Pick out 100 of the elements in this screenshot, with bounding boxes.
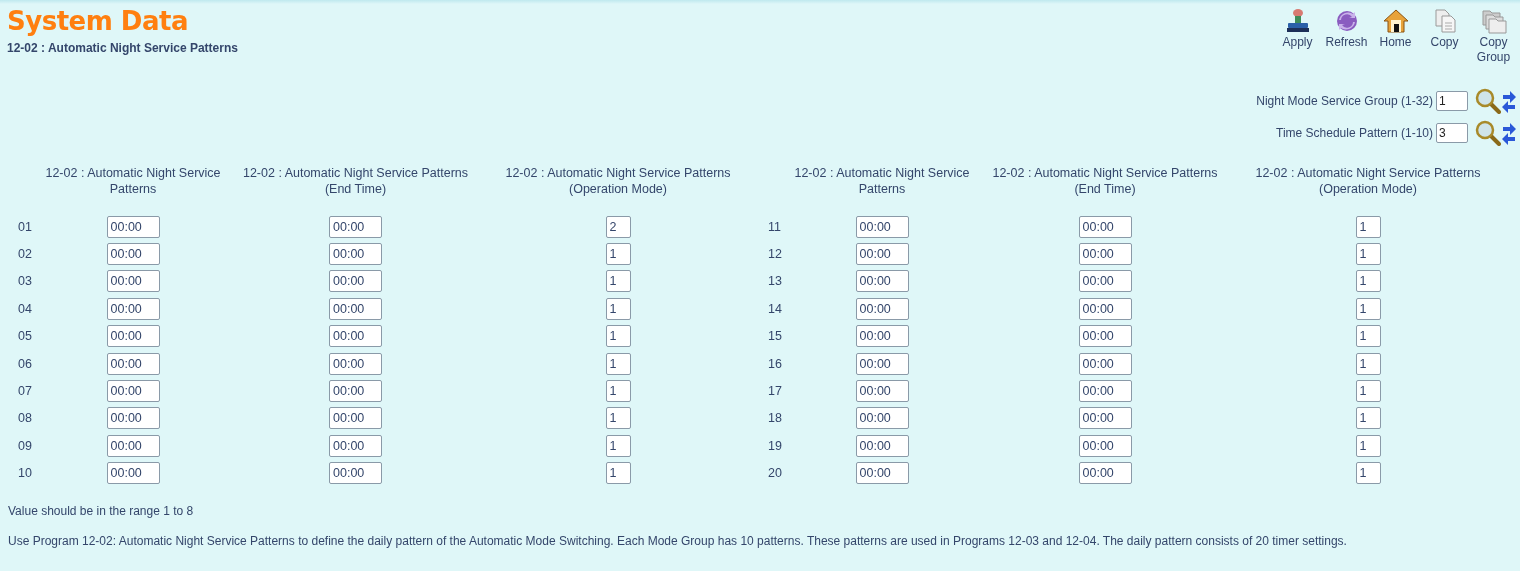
time-field[interactable]: 00:00 [106, 270, 160, 293]
mode-field[interactable]: 1 [1355, 215, 1381, 238]
row-number: 11 [768, 219, 781, 234]
mode-field[interactable]: 1 [1355, 380, 1381, 403]
row-number: 20 [768, 466, 782, 481]
time-field[interactable]: 00:00 [329, 380, 382, 403]
time-field[interactable]: 00:00 [1078, 352, 1132, 375]
time-field[interactable]: 00:00 [855, 270, 909, 293]
time-field[interactable]: 00:00 [855, 243, 909, 266]
column-header: 12-02 : Automatic Night Service Patterns (End Time) [991, 165, 1219, 197]
filter-field[interactable]: 1 [1436, 91, 1468, 111]
row-number: 07 [18, 384, 32, 399]
time-field[interactable]: 00:00 [1078, 297, 1132, 320]
mode-field[interactable]: 1 [605, 352, 631, 375]
row-number: 14 [768, 301, 782, 316]
description-text: Use Program 12-02: Automatic Night Service Patterns to define the daily pattern of the Automatic Mode Switching. Each Mode Group has 10 patterns. These patterns are used in Programs 12-03 and 12-04. The daily pattern consists of 20 timer settings. [8, 533, 1348, 548]
copy-button[interactable]: Copy [1420, 8, 1469, 50]
time-field[interactable]: 00:00 [1078, 407, 1132, 430]
time-field[interactable]: 00:00 [1078, 434, 1132, 457]
time-field[interactable]: 00:00 [106, 325, 160, 348]
time-field[interactable]: 00:00 [106, 462, 160, 485]
time-field[interactable]: 00:00 [106, 215, 160, 238]
time-field[interactable]: 00:00 [855, 297, 909, 320]
mode-field[interactable]: 1 [605, 297, 631, 320]
row-number: 08 [18, 411, 32, 426]
row-number: 12 [768, 247, 782, 262]
time-field[interactable]: 00:00 [855, 407, 909, 430]
mode-field[interactable]: 1 [1355, 325, 1381, 348]
time-field[interactable]: 00:00 [855, 215, 909, 238]
filter-field[interactable]: 3 [1436, 123, 1468, 143]
mode-field[interactable]: 1 [1355, 407, 1381, 430]
mode-field[interactable]: 1 [605, 243, 631, 266]
time-field[interactable]: 00:00 [329, 243, 382, 266]
row-number: 13 [768, 274, 782, 289]
mode-field[interactable]: 1 [1355, 297, 1381, 320]
mode-field[interactable]: 1 [1355, 462, 1381, 485]
time-field[interactable]: 00:00 [855, 352, 909, 375]
mode-field[interactable]: 1 [1355, 243, 1381, 266]
home-button[interactable]: Home [1371, 8, 1420, 50]
mode-field[interactable]: 1 [605, 462, 631, 485]
row-number: 15 [768, 329, 782, 344]
mode-field[interactable]: 1 [605, 325, 631, 348]
hint-text: Value should be in the range 1 to 8 [8, 503, 195, 518]
mode-field[interactable]: 1 [605, 270, 631, 293]
search-icon[interactable] [1475, 120, 1501, 146]
time-field[interactable]: 00:00 [106, 380, 160, 403]
time-field[interactable]: 00:00 [106, 352, 160, 375]
apply-button[interactable]: Apply [1273, 8, 1322, 50]
column-header: 12-02 : Automatic Night Service Patterns [794, 165, 970, 197]
refresh-button[interactable]: Refresh [1322, 8, 1371, 50]
row-number: 04 [18, 301, 32, 316]
time-field[interactable]: 00:00 [1078, 243, 1132, 266]
stamp-icon [1284, 8, 1311, 34]
time-field[interactable]: 00:00 [855, 325, 909, 348]
row-number: 06 [18, 356, 32, 371]
time-field[interactable]: 00:00 [855, 434, 909, 457]
mode-field[interactable]: 1 [605, 380, 631, 403]
folders-icon [1480, 8, 1507, 34]
time-field[interactable]: 00:00 [106, 243, 160, 266]
row-number: 16 [768, 356, 782, 371]
time-field[interactable]: 00:00 [329, 462, 382, 485]
swap-arrows-icon[interactable] [1502, 89, 1516, 113]
column-header: 12-02 : Automatic Night Service Patterns [44, 165, 222, 197]
time-field[interactable]: 00:00 [329, 270, 382, 293]
time-field[interactable]: 00:00 [106, 434, 160, 457]
time-field[interactable]: 00:00 [329, 297, 382, 320]
mode-field[interactable]: 1 [1355, 352, 1381, 375]
page-subtitle: 12-02 : Automatic Night Service Patterns [7, 41, 238, 55]
time-field[interactable]: 00:00 [1078, 325, 1132, 348]
time-field[interactable]: 00:00 [855, 380, 909, 403]
copygroup-button[interactable]: Copy Group [1469, 8, 1518, 65]
time-field[interactable]: 00:00 [1078, 215, 1132, 238]
home-icon [1382, 8, 1409, 34]
column-header: 12-02 : Automatic Night Service Patterns (Operation Mode) [1254, 165, 1482, 197]
time-field[interactable]: 00:00 [106, 297, 160, 320]
time-field[interactable]: 00:00 [329, 325, 382, 348]
mode-field[interactable]: 1 [605, 407, 631, 430]
row-number: 10 [18, 466, 32, 481]
time-field[interactable]: 00:00 [106, 407, 160, 430]
filter-label: Time Schedule Pattern (1-10) [1276, 126, 1433, 140]
time-field[interactable]: 00:00 [329, 407, 382, 430]
column-header: 12-02 : Automatic Night Service Patterns (Operation Mode) [504, 165, 732, 197]
time-field[interactable]: 00:00 [329, 434, 382, 457]
time-field[interactable]: 00:00 [855, 462, 909, 485]
search-icon[interactable] [1475, 88, 1501, 114]
time-field[interactable]: 00:00 [329, 215, 382, 238]
mode-field[interactable]: 1 [1355, 434, 1381, 457]
time-field[interactable]: 00:00 [1078, 380, 1132, 403]
time-field[interactable]: 00:00 [1078, 462, 1132, 485]
row-number: 19 [768, 438, 782, 453]
time-field[interactable]: 00:00 [1078, 270, 1132, 293]
row-number: 18 [768, 411, 782, 426]
page-title: System Data [7, 6, 189, 36]
row-number: 02 [18, 247, 32, 262]
time-field[interactable]: 00:00 [329, 352, 382, 375]
swap-arrows-icon[interactable] [1502, 121, 1516, 145]
row-number: 05 [18, 329, 32, 344]
mode-field[interactable]: 1 [605, 434, 631, 457]
mode-field[interactable]: 2 [605, 215, 631, 238]
mode-field[interactable]: 1 [1355, 270, 1381, 293]
